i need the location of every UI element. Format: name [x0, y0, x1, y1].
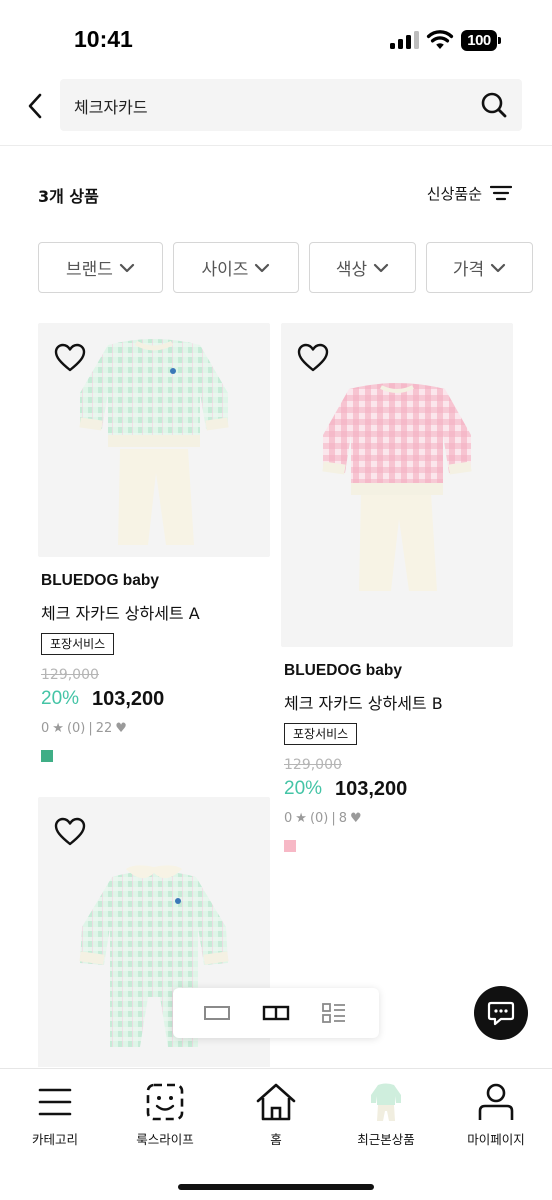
product-name: 체크 자카드 상하세트 A	[41, 604, 200, 623]
filter-brand[interactable]: 브랜드	[38, 242, 163, 293]
search-input[interactable]: 체크자카드	[60, 79, 522, 131]
heart-icon[interactable]	[297, 343, 329, 373]
filter-color[interactable]: 색상	[309, 242, 416, 293]
sort-button[interactable]: 신상품순	[427, 180, 512, 206]
discount-rate: 20%	[284, 778, 323, 799]
nav-label: 룩스라이프	[136, 1132, 194, 1147]
result-count: 3개 상품	[38, 187, 99, 206]
small-heart-icon: ♥	[350, 811, 362, 826]
heart-icon[interactable]	[54, 817, 86, 847]
original-price: 129,000	[41, 667, 99, 683]
nav-home[interactable]: 홈	[221, 1069, 331, 1164]
filter-label: 브랜드	[66, 260, 113, 280]
recent-product-thumbnail	[371, 1083, 401, 1121]
star-icon: ★	[52, 721, 64, 736]
search-header: 체크자카드	[0, 74, 552, 146]
product-name: 체크 자카드 상하세트 B	[284, 694, 443, 713]
chevron-down-icon	[374, 263, 389, 272]
service-badge: 포장서비스	[284, 723, 358, 745]
divider: |	[331, 811, 336, 826]
filter-label: 가격	[452, 260, 485, 280]
product-brand: BLUEDOG baby	[41, 572, 159, 589]
wifi-icon	[426, 30, 454, 49]
rating-value: 0	[41, 721, 50, 736]
review-count: (0)	[66, 721, 86, 736]
home-indicator	[178, 1184, 374, 1190]
product-stats: 0 ★ (0) | 8 ♥	[284, 811, 362, 826]
product-stats: 0 ★ (0) | 22 ♥	[41, 721, 127, 736]
rating-value: 0	[284, 811, 293, 826]
sort-lines-icon	[490, 185, 512, 201]
filter-label: 색상	[335, 260, 368, 280]
discount-rate: 20%	[41, 688, 80, 709]
nav-category[interactable]: 카테고리	[0, 1069, 110, 1164]
product-brand: BLUEDOG baby	[284, 662, 402, 679]
nav-label: 카테고리	[31, 1132, 78, 1147]
chevron-down-icon	[255, 263, 270, 272]
like-count: 8	[338, 811, 348, 826]
service-badge: 포장서비스	[41, 633, 115, 655]
menu-icon	[38, 1088, 72, 1116]
product-card[interactable]: BLUEDOG baby 체크 자카드 상하세트 A 포장서비스 129,000…	[38, 323, 270, 768]
filter-size[interactable]: 사이즈	[173, 242, 299, 293]
battery-icon: 100	[461, 30, 501, 51]
star-icon: ★	[295, 811, 307, 826]
nav-label: 최근본상품	[357, 1132, 415, 1147]
filter-price[interactable]: 가격	[426, 242, 533, 293]
single-view-icon[interactable]	[202, 1001, 232, 1025]
color-swatch	[41, 750, 53, 762]
cellular-signal-icon	[390, 31, 420, 49]
grid-view-icon[interactable]	[261, 1001, 291, 1025]
sort-label: 신상품순	[426, 184, 482, 203]
like-count: 22	[95, 721, 113, 736]
bottom-navigation: 카테고리 룩스라이프 홈 최근본상품 마이페이지	[0, 1068, 552, 1200]
status-time: 10:41	[74, 26, 133, 52]
product-card[interactable]: BLUEDOG baby 체크 자카드 상하세트 B 포장서비스 129,000…	[281, 323, 513, 858]
chevron-down-icon	[491, 263, 506, 272]
home-icon	[256, 1083, 296, 1121]
original-price: 129,000	[284, 757, 342, 773]
list-view-icon[interactable]	[319, 1001, 349, 1025]
review-count: (0)	[309, 811, 329, 826]
divider: |	[88, 721, 93, 736]
nav-recent[interactable]: 최근본상품	[331, 1069, 441, 1164]
scan-face-icon	[146, 1083, 184, 1121]
chevron-left-icon	[28, 93, 42, 119]
chevron-down-icon	[119, 263, 135, 272]
sale-price: 103,200	[335, 778, 408, 800]
nav-mypage[interactable]: 마이페이지	[441, 1069, 551, 1164]
small-heart-icon: ♥	[115, 721, 127, 736]
chat-button[interactable]	[474, 986, 528, 1040]
filter-label: 사이즈	[201, 260, 249, 280]
nav-label: 홈	[270, 1132, 282, 1147]
color-swatch	[284, 840, 296, 852]
product-image[interactable]	[281, 323, 513, 647]
search-icon[interactable]	[480, 91, 508, 119]
view-mode-toggle	[173, 988, 379, 1038]
filter-bar: 브랜드 사이즈 색상 가격	[38, 242, 552, 294]
nav-lookslife[interactable]: 룩스라이프	[110, 1069, 220, 1164]
heart-icon[interactable]	[54, 343, 86, 373]
battery-level: 100	[461, 30, 497, 51]
back-button[interactable]	[18, 88, 52, 124]
user-icon	[478, 1083, 514, 1120]
product-image[interactable]	[38, 323, 270, 557]
nav-label: 마이페이지	[467, 1132, 525, 1147]
status-bar: 10:41 100	[0, 0, 552, 74]
sale-price: 103,200	[92, 688, 165, 710]
search-query-text: 체크자카드	[74, 98, 148, 117]
chat-bubble-icon	[487, 1001, 515, 1026]
